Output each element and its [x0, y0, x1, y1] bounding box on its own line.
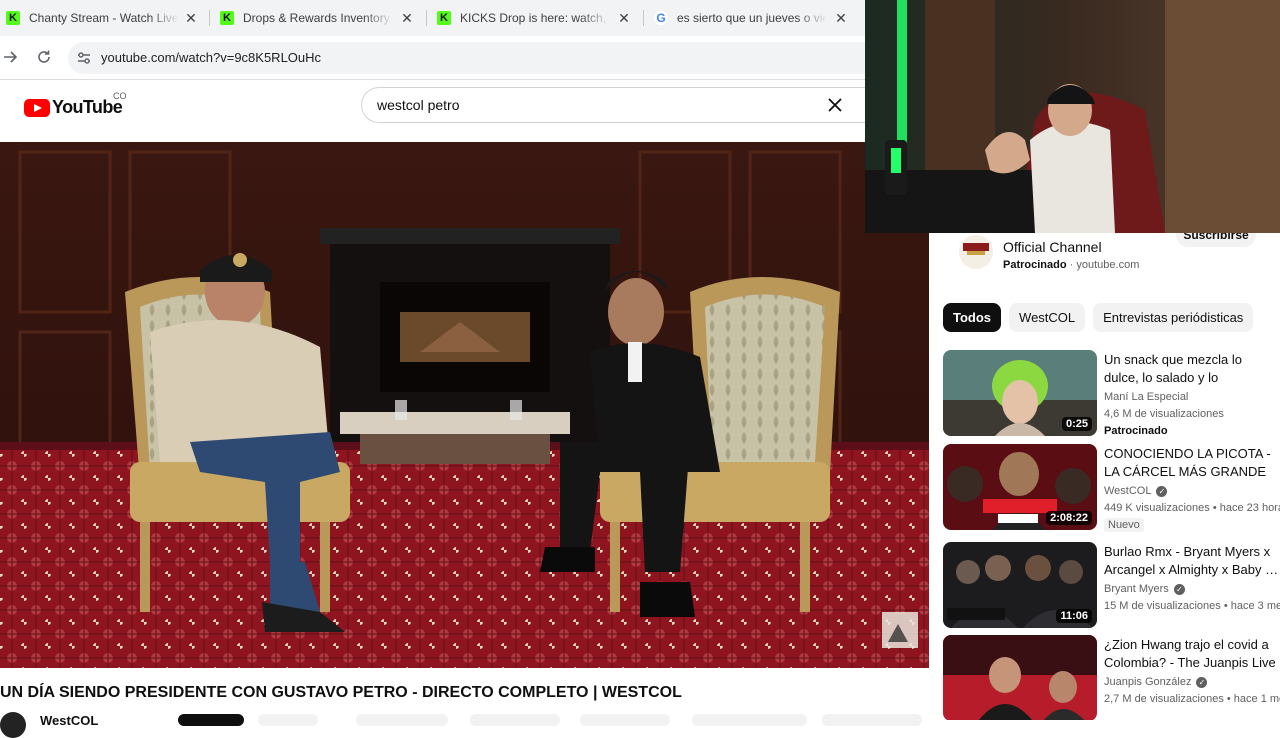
clip-button[interactable] — [580, 714, 670, 726]
subscribe-button[interactable] — [178, 714, 244, 726]
kick-icon: K — [437, 11, 451, 25]
video-meta: 449 K visualizaciones • hace 23 horas — [1104, 502, 1280, 514]
channel-label: WestCOL — [1104, 485, 1152, 497]
video-meta: 2,7 M de visualizaciones • hace 1 mes — [1104, 693, 1280, 705]
video-thumbnail[interactable]: 2:08:22 — [943, 444, 1097, 530]
channel-name[interactable]: WestCOL ✓ — [1104, 485, 1168, 497]
country-code: CO — [113, 91, 127, 101]
chip-westcol[interactable]: WestCOL — [1009, 303, 1086, 332]
new-badge: Nuevo — [1104, 518, 1144, 532]
browser-tab[interactable]: G es sierto que un jueves o viernes ✕ — [654, 0, 848, 36]
tab-title: Drops & Rewards Inventory - Kick — [243, 11, 393, 25]
tab-title: es sierto que un jueves o viernes — [677, 11, 827, 25]
video-meta: 15 M de visualizaciones • hace 3 meses — [1104, 600, 1280, 612]
close-tab-icon[interactable]: ✕ — [184, 10, 198, 27]
verified-icon: ✓ — [1196, 676, 1208, 688]
channel-name[interactable]: WestCOL — [40, 713, 98, 728]
search-query-text: westcol petro — [377, 97, 460, 113]
ad-channel-avatar[interactable] — [959, 235, 993, 269]
more-actions-button[interactable] — [822, 714, 922, 726]
browser-tab[interactable]: K KICKS Drop is here: watch, earn ✕ — [437, 0, 631, 36]
logo-wordmark: YouTube — [52, 97, 123, 117]
tab-divider — [209, 10, 210, 26]
channel-name[interactable]: Maní La Especial — [1104, 391, 1188, 403]
webcam-frame — [865, 0, 1280, 233]
close-tab-icon[interactable]: ✕ — [617, 10, 631, 27]
ad-domain: youtube.com — [1076, 259, 1140, 271]
tab-divider — [426, 10, 427, 26]
like-button[interactable] — [258, 714, 318, 726]
video-title[interactable]: Burlao Rmx - Bryant Myers x Arcangel x A… — [1104, 543, 1280, 579]
verified-icon: ✓ — [1156, 485, 1168, 497]
sponsored-badge: Patrocinado — [1104, 425, 1168, 437]
video-meta: 4,6 M de visualizaciones — [1104, 408, 1224, 420]
video-title[interactable]: ¿Zion Hwang trajo el covid a Colombia? -… — [1104, 636, 1280, 672]
chip-entrevistas[interactable]: Entrevistas periódisticas — [1093, 303, 1254, 332]
close-tab-icon[interactable]: ✕ — [834, 10, 848, 27]
webcam-overlay — [865, 0, 1280, 233]
video-duration: 2:08:22 — [1046, 511, 1092, 525]
video-duration: 11:06 — [1056, 609, 1092, 623]
channel-label: Bryant Myers — [1104, 583, 1169, 595]
site-settings-icon[interactable] — [77, 51, 91, 65]
kick-icon: K — [220, 11, 234, 25]
download-button[interactable] — [470, 714, 560, 726]
search-input[interactable]: westcol petro — [361, 87, 865, 123]
video-title: UN DÍA SIENDO PRESIDENTE CON GUSTAVO PET… — [0, 684, 682, 701]
related-sidebar: Official Channel Patrocinado · youtube.c… — [929, 233, 1280, 720]
ad-meta-separator: · — [1069, 259, 1074, 271]
youtube-logo[interactable]: YouTube CO — [24, 91, 127, 118]
video-title[interactable]: Un snack que mezcla lo dulce, lo salado … — [1104, 351, 1280, 387]
tab-divider — [643, 10, 644, 26]
verified-icon: ✓ — [1173, 583, 1185, 595]
recommended-video[interactable]: 2:08:22 CONOCIENDO LA PICOTA - LA CÁRCEL… — [943, 444, 1280, 532]
video-frame — [0, 142, 929, 668]
channel-label: Maní La Especial — [1104, 391, 1189, 403]
save-button[interactable] — [692, 714, 807, 726]
clear-search-icon[interactable] — [824, 94, 846, 116]
recommended-video[interactable]: 11:06 Burlao Rmx - Bryant Myers x Arcang… — [943, 542, 1280, 630]
chip-todos[interactable]: Todos — [943, 303, 1002, 332]
browser-tab-strip: K Chanty Stream - Watch Live on Kick ✕ K… — [0, 0, 865, 36]
recommended-video[interactable]: 0:25 Un snack que mezcla lo dulce, lo sa… — [943, 350, 1280, 438]
youtube-header: YouTube CO westcol petro — [0, 80, 865, 142]
ad-meta: Patrocinado · youtube.com — [1003, 259, 1139, 271]
close-tab-icon[interactable]: ✕ — [400, 10, 414, 27]
url-text: youtube.com/watch?v=9c8K5RLOuHc — [101, 50, 322, 65]
video-duration: 0:25 — [1061, 417, 1092, 431]
kick-icon: K — [6, 11, 20, 25]
video-thumbnail[interactable] — [943, 635, 1097, 720]
sponsored-label: Patrocinado — [1003, 259, 1067, 271]
channel-label: Juanpis González — [1104, 676, 1192, 688]
youtube-play-icon — [24, 98, 50, 117]
ad-subscribe-button[interactable]: Suscribirse — [1176, 233, 1256, 247]
tab-title: KICKS Drop is here: watch, earn — [460, 11, 610, 25]
channel-avatar[interactable] — [0, 712, 26, 738]
video-thumbnail[interactable]: 11:06 — [943, 542, 1097, 628]
browser-tab[interactable]: K Chanty Stream - Watch Live on Kick ✕ — [6, 0, 198, 36]
browser-toolbar: youtube.com/watch?v=9c8K5RLOuHc — [0, 36, 865, 80]
recommended-video[interactable]: ¿Zion Hwang trajo el covid a Colombia? -… — [943, 635, 1280, 720]
forward-icon[interactable] — [0, 46, 22, 68]
video-player[interactable] — [0, 142, 929, 668]
google-icon: G — [654, 11, 668, 25]
channel-name[interactable]: Juanpis González ✓ — [1104, 676, 1208, 688]
share-button[interactable] — [356, 714, 448, 726]
channel-name[interactable]: Bryant Myers ✓ — [1104, 583, 1185, 595]
browser-tab[interactable]: K Drops & Rewards Inventory - Kick ✕ — [220, 0, 414, 36]
filter-chips: Todos WestCOL Entrevistas periódisticas — [943, 303, 1254, 332]
video-thumbnail[interactable]: 0:25 — [943, 350, 1097, 436]
video-title[interactable]: CONOCIENDO LA PICOTA - LA CÁRCEL MÁS GRA… — [1104, 445, 1280, 481]
reload-icon[interactable] — [33, 46, 55, 68]
tab-title: Chanty Stream - Watch Live on Kick — [29, 11, 179, 25]
address-bar[interactable]: youtube.com/watch?v=9c8K5RLOuHc — [68, 42, 865, 74]
ad-title[interactable]: Official Channel — [1003, 239, 1102, 255]
